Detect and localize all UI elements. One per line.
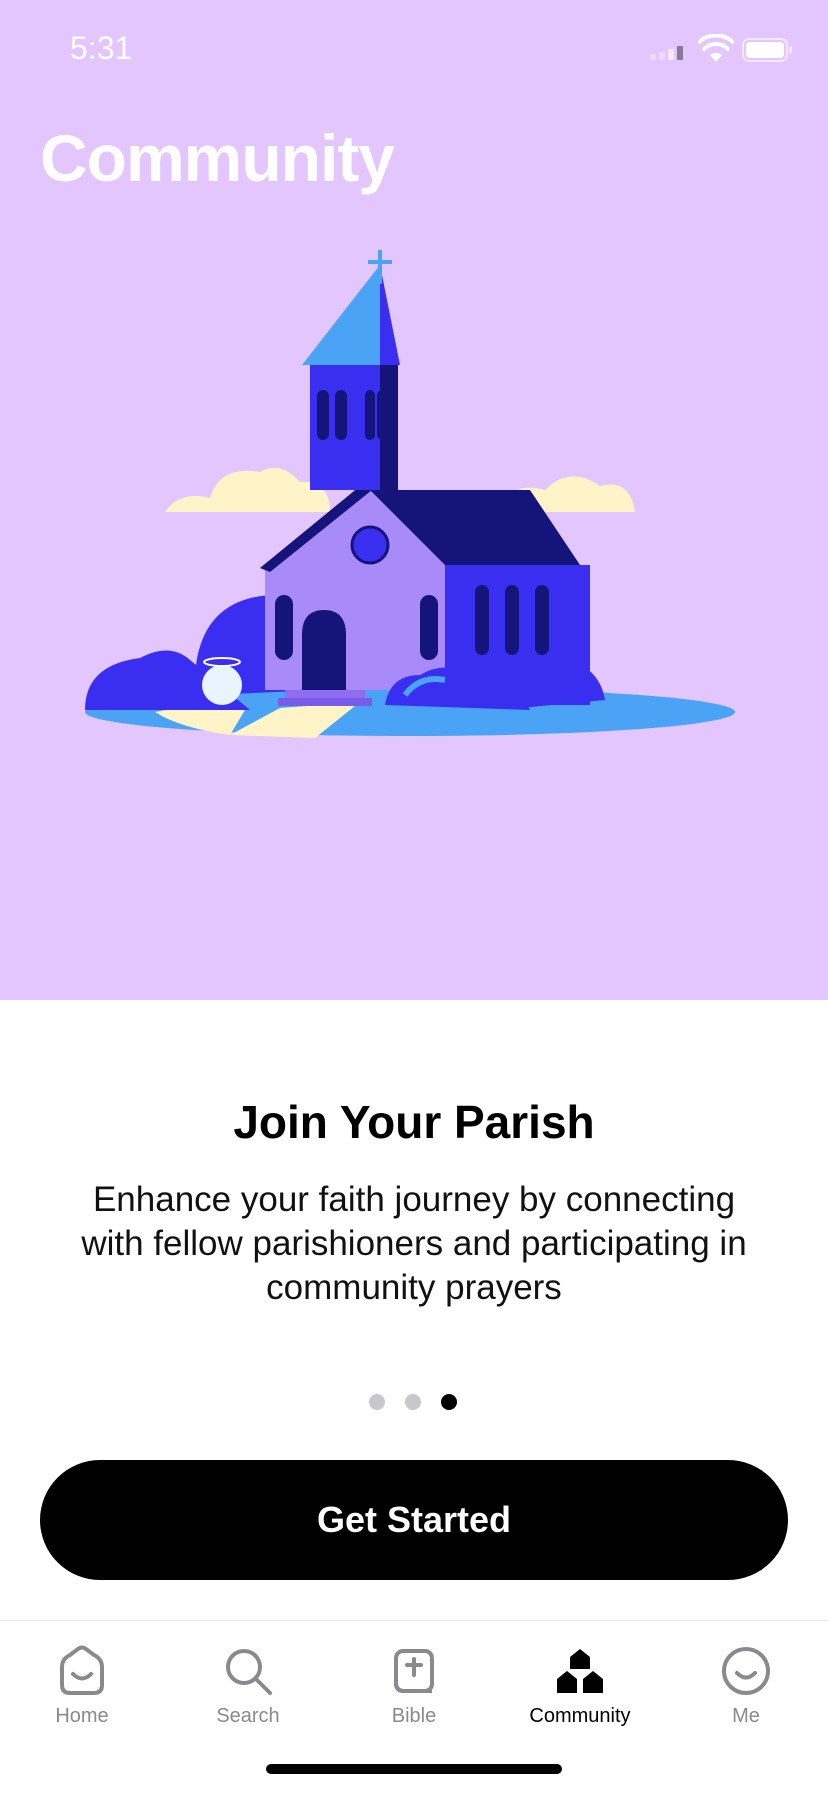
tab-label: Search [216,1705,280,1727]
wifi-icon [698,34,734,62]
tab-label: Bible [391,1705,437,1727]
tab-search[interactable]: Search [178,1629,318,1728]
onboarding-description: Enhance your faith journey by connecting… [81,1180,747,1307]
tab-label: Community [529,1705,631,1727]
battery-icon [742,38,792,62]
onboarding-heading: Join Your Parish [233,1096,595,1148]
hero-panel: 5:31 Community [0,0,828,1000]
tab-label: Me [732,1705,760,1727]
status-time: 5:31 [70,30,133,66]
search-icon [226,1649,272,1695]
tab-label: Home [55,1705,109,1727]
page-dot-3-active[interactable] [441,1394,457,1410]
tab-me[interactable]: Me [676,1629,816,1728]
tab-community[interactable]: Community [510,1629,650,1728]
get-started-button[interactable]: Get Started [40,1460,788,1580]
home-icon [60,1645,104,1695]
me-icon [722,1647,770,1695]
status-bar: 5:31 [0,0,828,100]
page-indicator[interactable] [369,1394,457,1410]
page-dot-1[interactable] [369,1394,385,1410]
bible-icon [394,1649,434,1693]
tab-bible[interactable]: Bible [344,1629,484,1728]
home-indicator[interactable] [266,1764,562,1774]
cellular-signal-icon [650,46,683,60]
tab-home[interactable]: Home [12,1629,152,1728]
page-title: Community [40,121,395,195]
church-illustration [85,250,735,738]
page-dot-2[interactable] [405,1394,421,1410]
community-icon [557,1649,603,1693]
